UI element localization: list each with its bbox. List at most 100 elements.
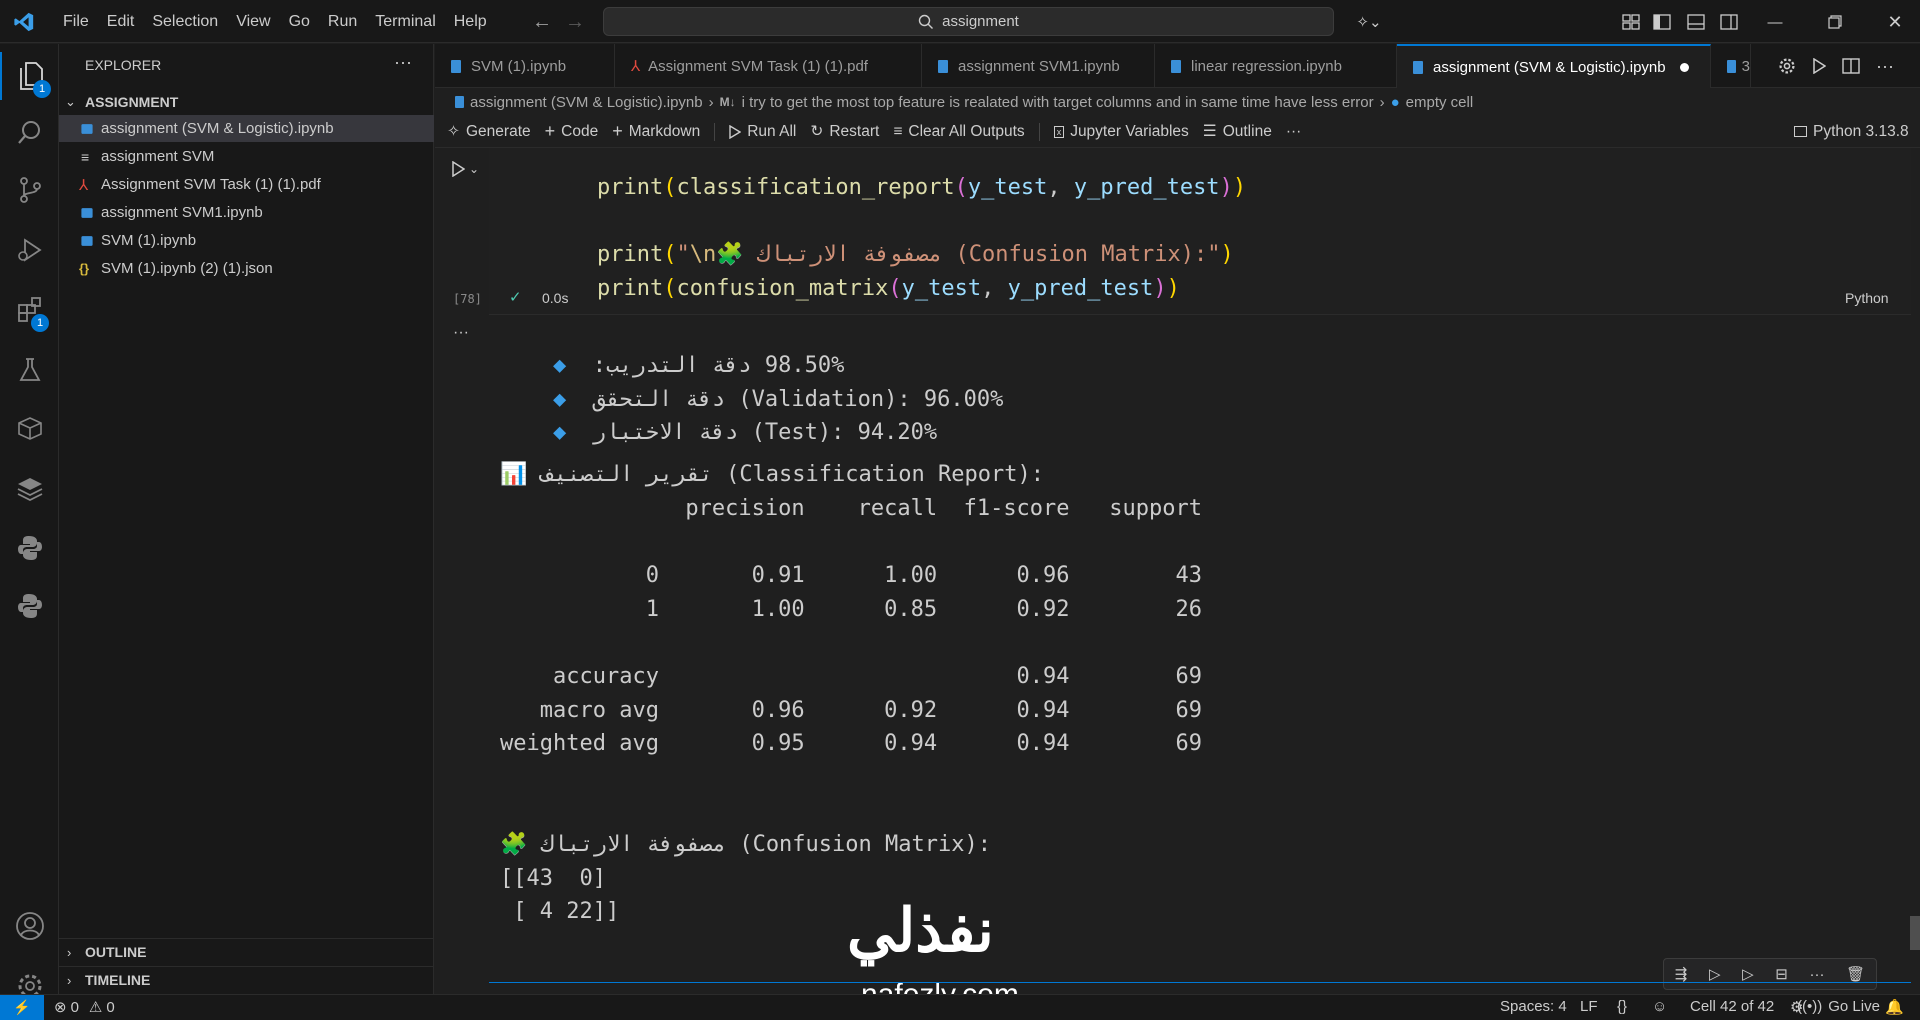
explorer-icon[interactable]: 1 [0, 52, 59, 100]
run-below-icon[interactable]: ▷ [1709, 965, 1721, 983]
account-icon[interactable] [0, 902, 59, 950]
search-activity-icon[interactable] [0, 108, 59, 156]
clear-outputs-button[interactable]: ≡ Clear All Outputs [893, 123, 1024, 141]
menu-file[interactable]: File [54, 13, 98, 31]
unsaved-dot-icon[interactable] [1679, 62, 1689, 72]
markdown-label: Markdown [628, 122, 701, 140]
kernel-picker[interactable]: Python 3.13.8 [1794, 123, 1909, 141]
split-editor-icon[interactable] [1839, 54, 1863, 78]
python-cell-icon: ● [1390, 93, 1400, 111]
explorer-more-icon[interactable]: ··· [394, 52, 412, 73]
file-item[interactable]: assignment SVM1.ipynb [59, 199, 434, 226]
delete-cell-icon[interactable]: 🗑 [1846, 965, 1865, 983]
menu-run[interactable]: Run [319, 13, 366, 31]
folder-assignment[interactable]: ⌄ ASSIGNMENT [59, 88, 434, 115]
eol-status[interactable]: LF [1580, 998, 1598, 1015]
cell-status[interactable]: Cell 42 of 42 [1690, 998, 1774, 1015]
file-item[interactable]: ≡ assignment SVM [59, 143, 434, 170]
report-line: weighted avg 0.95 0.94 0.94 69 [500, 731, 1202, 756]
warning-count: 0 [106, 998, 115, 1016]
braces-status[interactable]: {} [1617, 998, 1627, 1015]
toggle-secondary-sidebar-icon[interactable] [1718, 11, 1740, 33]
menu-view[interactable]: View [227, 13, 279, 31]
copilot-status-icon[interactable]: ☺ [1652, 998, 1667, 1015]
execute-below-icon[interactable]: ▷ [1742, 965, 1754, 983]
search-text: assignment [942, 13, 1019, 30]
problems-indicator[interactable]: ⊗ 0 ⚠ 0 [54, 998, 115, 1017]
next-cell[interactable] [489, 982, 1911, 994]
menu-help[interactable]: Help [445, 13, 496, 31]
breadcrumb-cell[interactable]: empty cell [1406, 94, 1474, 111]
split-cell-icon[interactable]: ⊟ [1775, 965, 1788, 983]
outline-section[interactable]: › OUTLINE [59, 938, 434, 965]
menu-terminal[interactable]: Terminal [366, 13, 444, 31]
breadcrumb-file[interactable]: assignment (SVM & Logistic).ipynb [470, 94, 703, 111]
error-icon: ⊗ [54, 999, 67, 1016]
back-arrow-icon[interactable]: ← [530, 10, 554, 34]
toolbar-more-button[interactable]: ··· [1286, 123, 1302, 141]
command-center-search[interactable]: assignment [603, 7, 1334, 36]
minimize-icon[interactable]: — [1760, 11, 1790, 33]
menu-edit[interactable]: Edit [98, 13, 144, 31]
forward-arrow-icon[interactable]: → [563, 10, 587, 34]
notebook-icon [451, 59, 461, 73]
indentation-status[interactable]: Spaces: 4 [1500, 998, 1567, 1015]
tab-assignment-svm1[interactable]: assignment SVM1.ipynb [922, 44, 1155, 88]
testing-flask-icon[interactable] [0, 346, 59, 394]
run-cell-icon[interactable]: ⌄ [447, 158, 483, 180]
scrollbar-thumb[interactable] [1910, 916, 1920, 950]
tab-svm-1[interactable]: SVM (1).ipynb [435, 44, 615, 88]
file-item[interactable]: assignment (SVM & Logistic).ipynb [59, 115, 434, 142]
customize-layout-icon[interactable] [1620, 11, 1642, 33]
sparkle-icon: ✧ [447, 123, 460, 140]
restore-icon[interactable] [1820, 11, 1850, 33]
go-live-button[interactable]: ((•)) Go Live [1797, 998, 1880, 1015]
file-item[interactable]: ⅄ Assignment SVM Task (1) (1).pdf [59, 171, 434, 198]
restart-button[interactable]: ↻ Restart [810, 122, 879, 141]
tab-overflow[interactable]: 3 [1711, 44, 1751, 88]
text-file-icon: ≡ [81, 148, 90, 165]
extensions-icon[interactable]: 1 [0, 286, 59, 334]
report-line: precision recall f1-score support [500, 496, 1202, 521]
containers-icon[interactable] [0, 404, 59, 452]
toggle-panel-icon[interactable] [1685, 11, 1707, 33]
more-actions-icon[interactable]: ··· [1873, 54, 1897, 78]
timeline-label: TIMELINE [85, 972, 151, 988]
run-file-icon[interactable] [1807, 54, 1831, 78]
menu-go[interactable]: Go [280, 13, 319, 31]
cell-more-icon[interactable]: ··· [1809, 966, 1824, 983]
file-item[interactable]: {} SVM (1).ipynb (2) (1).json [59, 255, 434, 282]
variables-label: Jupyter Variables [1070, 122, 1189, 140]
tab-assignment-svm-logistic[interactable]: assignment (SVM & Logistic).ipynb [1397, 44, 1711, 88]
close-window-icon[interactable]: ✕ [1880, 11, 1910, 33]
chevron-right-icon: › [67, 972, 72, 988]
python-environments-icon[interactable] [0, 582, 59, 630]
tab-assignment-pdf[interactable]: ⅄ Assignment SVM Task (1) (1).pdf [615, 44, 922, 88]
gear-icon[interactable] [1775, 54, 1799, 78]
outline-button[interactable]: ☰ Outline [1203, 122, 1272, 141]
add-code-button[interactable]: + Code [545, 121, 599, 142]
notebook-icon [938, 59, 948, 73]
remote-icon[interactable]: ⚡ [0, 995, 44, 1020]
timeline-section[interactable]: › TIMELINE [59, 966, 434, 993]
output-more-icon[interactable]: ··· [453, 324, 469, 342]
run-debug-icon[interactable] [0, 226, 59, 274]
tab-linear-regression[interactable]: linear regression.ipynb [1155, 44, 1397, 88]
file-item[interactable]: SVM (1).ipynb [59, 227, 434, 254]
source-control-icon[interactable] [0, 166, 59, 214]
bell-icon[interactable]: 🔔 [1885, 998, 1904, 1016]
toggle-sidebar-icon[interactable] [1651, 11, 1673, 33]
generate-button[interactable]: ✧ Generate [447, 122, 531, 141]
run-above-icon[interactable]: ⇶ [1675, 965, 1688, 983]
python-icon[interactable] [0, 524, 59, 572]
run-all-button[interactable]: Run All [729, 123, 796, 141]
add-markdown-button[interactable]: + Markdown [612, 121, 700, 142]
copilot-icon[interactable]: ✧⌄ [1350, 10, 1388, 34]
jupyter-variables-button[interactable]: x Jupyter Variables [1053, 122, 1189, 141]
list-icon: ☰ [1202, 123, 1217, 140]
layers-icon[interactable] [0, 464, 59, 512]
cell-language[interactable]: Python [1845, 290, 1889, 306]
menu-selection[interactable]: Selection [143, 13, 227, 31]
explorer-title: EXPLORER [85, 57, 162, 73]
breadcrumb-section[interactable]: i try to get the most top feature is rea… [742, 94, 1374, 111]
